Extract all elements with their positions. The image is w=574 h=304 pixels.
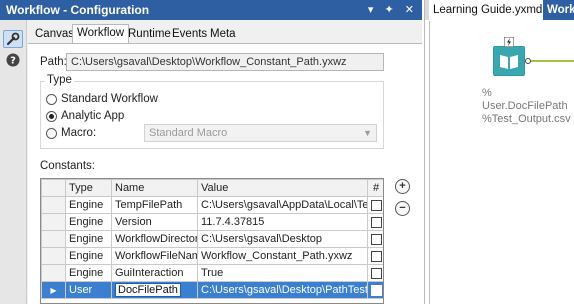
row-header[interactable] [41, 247, 66, 265]
panel-title-controls[interactable]: ▾ ✦ ✕ [368, 0, 418, 20]
macro-type-value: Standard Macro [149, 127, 228, 139]
cell-type[interactable]: Engine [65, 196, 112, 214]
cell-name[interactable]: WorkflowDirectory [111, 230, 198, 248]
constants-grid: Type Name Value # Engine TempFilePath C:… [40, 178, 384, 304]
radio-analytic-app-label[interactable]: Analytic App [61, 110, 124, 122]
macro-type-select[interactable]: Standard Macro ▼ [144, 124, 377, 142]
row-header[interactable] [41, 230, 66, 248]
doc-tab-label: Learning Guide.yxmd [433, 4, 543, 16]
numeric-checkbox[interactable] [370, 267, 382, 279]
cell-value[interactable]: C:\Users\gsaval\Desktop\PathTest\ [197, 281, 368, 299]
chevron-down-icon: ▼ [363, 128, 372, 138]
cell-type[interactable]: Engine [65, 230, 112, 248]
help-icon[interactable]: ? [3, 51, 23, 69]
radio-macro-label[interactable]: Macro: [61, 127, 96, 139]
tab-workflow[interactable]: Workflow [72, 24, 130, 44]
cell-name[interactable]: TempFilePath [111, 196, 198, 214]
panel-titlebar[interactable]: Workflow - Configuration ▾ ✦ ✕ [0, 0, 422, 20]
cell-name[interactable]: DocFilePath [111, 281, 198, 299]
cell-name[interactable]: GuiInteraction [111, 264, 198, 282]
table-row-selected[interactable]: ▶ User DocFilePath C:\Users\gsaval\Deskt… [41, 281, 383, 299]
table-row[interactable]: Engine GuiInteraction True [41, 264, 383, 282]
current-row-indicator-icon[interactable]: ▶ [41, 281, 66, 299]
cell-value[interactable]: Workflow_Constant_Path.yxwz [197, 247, 368, 265]
row-header[interactable] [41, 213, 66, 231]
report-tool-node[interactable] [493, 46, 525, 76]
annotation-line: %Test_Output.csv [482, 113, 571, 125]
radio-standard-workflow-label[interactable]: Standard Workflow [61, 93, 158, 105]
table-row[interactable]: Engine TempFilePath C:\Users\gsaval\AppD… [41, 196, 383, 214]
row-header[interactable] [41, 196, 66, 214]
tool-annotation: % User.DocFilePath %Test_Output.csv [482, 87, 571, 126]
cell-type[interactable]: Engine [65, 247, 112, 265]
cell-type[interactable]: User [65, 281, 112, 299]
type-group-legend: Type [45, 74, 74, 86]
add-constant-button[interactable]: + [395, 179, 410, 194]
cell-value[interactable]: C:\Users\gsaval\Desktop [197, 230, 368, 248]
table-row[interactable]: Engine WorkflowFileName Workflow_Constan… [41, 247, 383, 265]
constants-label: Constants: [40, 160, 95, 172]
tab-meta-info[interactable]: Meta Info [206, 26, 240, 57]
annotation-line: User.DocFilePath [482, 100, 568, 112]
svg-text:?: ? [10, 56, 16, 67]
cell-type[interactable]: Engine [65, 213, 112, 231]
grid-header-row: Type Name Value # [41, 179, 383, 197]
path-field: C:\Users\gsaval\Desktop\Workflow_Constan… [66, 53, 384, 71]
tab-canvas[interactable]: Canvas [31, 26, 78, 44]
grid-corner [41, 179, 66, 197]
cell-value[interactable]: 11.7.4.37815 [197, 213, 368, 231]
numeric-checkbox[interactable] [370, 250, 382, 262]
column-header-value[interactable]: Value [197, 179, 368, 197]
row-header[interactable] [41, 264, 66, 282]
numeric-checkbox[interactable] [370, 216, 382, 228]
remove-constant-button[interactable]: − [395, 201, 410, 216]
column-header-numeric[interactable]: # [367, 179, 383, 197]
table-row[interactable]: Engine Version 11.7.4.37815 [41, 213, 383, 231]
annotation-line: % [482, 87, 492, 99]
cell-name-editor[interactable]: DocFilePath [115, 283, 181, 297]
cell-name[interactable]: WorkflowFileName [111, 247, 198, 265]
path-label: Path: [40, 56, 67, 68]
book-icon [494, 47, 524, 75]
radio-macro[interactable] [46, 128, 57, 139]
radio-standard-workflow[interactable] [46, 94, 57, 105]
radio-analytic-app[interactable] [46, 111, 57, 122]
doc-tab-workflow[interactable]: Work [543, 0, 574, 20]
numeric-checkbox[interactable] [370, 233, 382, 245]
panel-title: Workflow - Configuration [6, 3, 150, 17]
column-header-name[interactable]: Name [111, 179, 198, 197]
wrench-icon[interactable] [3, 30, 23, 48]
cell-name[interactable]: Version [111, 213, 198, 231]
lightning-icon [504, 37, 514, 47]
column-header-type[interactable]: Type [65, 179, 112, 197]
numeric-checkbox[interactable] [370, 199, 382, 211]
configuration-panel: Workflow - Configuration ▾ ✦ ✕ ? Canvas … [0, 0, 422, 304]
connection-line [525, 58, 574, 64]
document-tabs: Learning Guide.yxmd ✕ Work [425, 0, 574, 20]
cell-value[interactable]: True [197, 264, 368, 282]
config-toolstrip: ? [0, 20, 27, 304]
cell-type[interactable]: Engine [65, 264, 112, 282]
numeric-checkbox[interactable] [370, 284, 382, 296]
cell-value[interactable]: C:\Users\gsaval\AppData\Local\Temp\ [197, 196, 368, 214]
tab-events[interactable]: Events [168, 26, 211, 44]
table-row[interactable]: Engine WorkflowDirectory C:\Users\gsaval… [41, 230, 383, 248]
